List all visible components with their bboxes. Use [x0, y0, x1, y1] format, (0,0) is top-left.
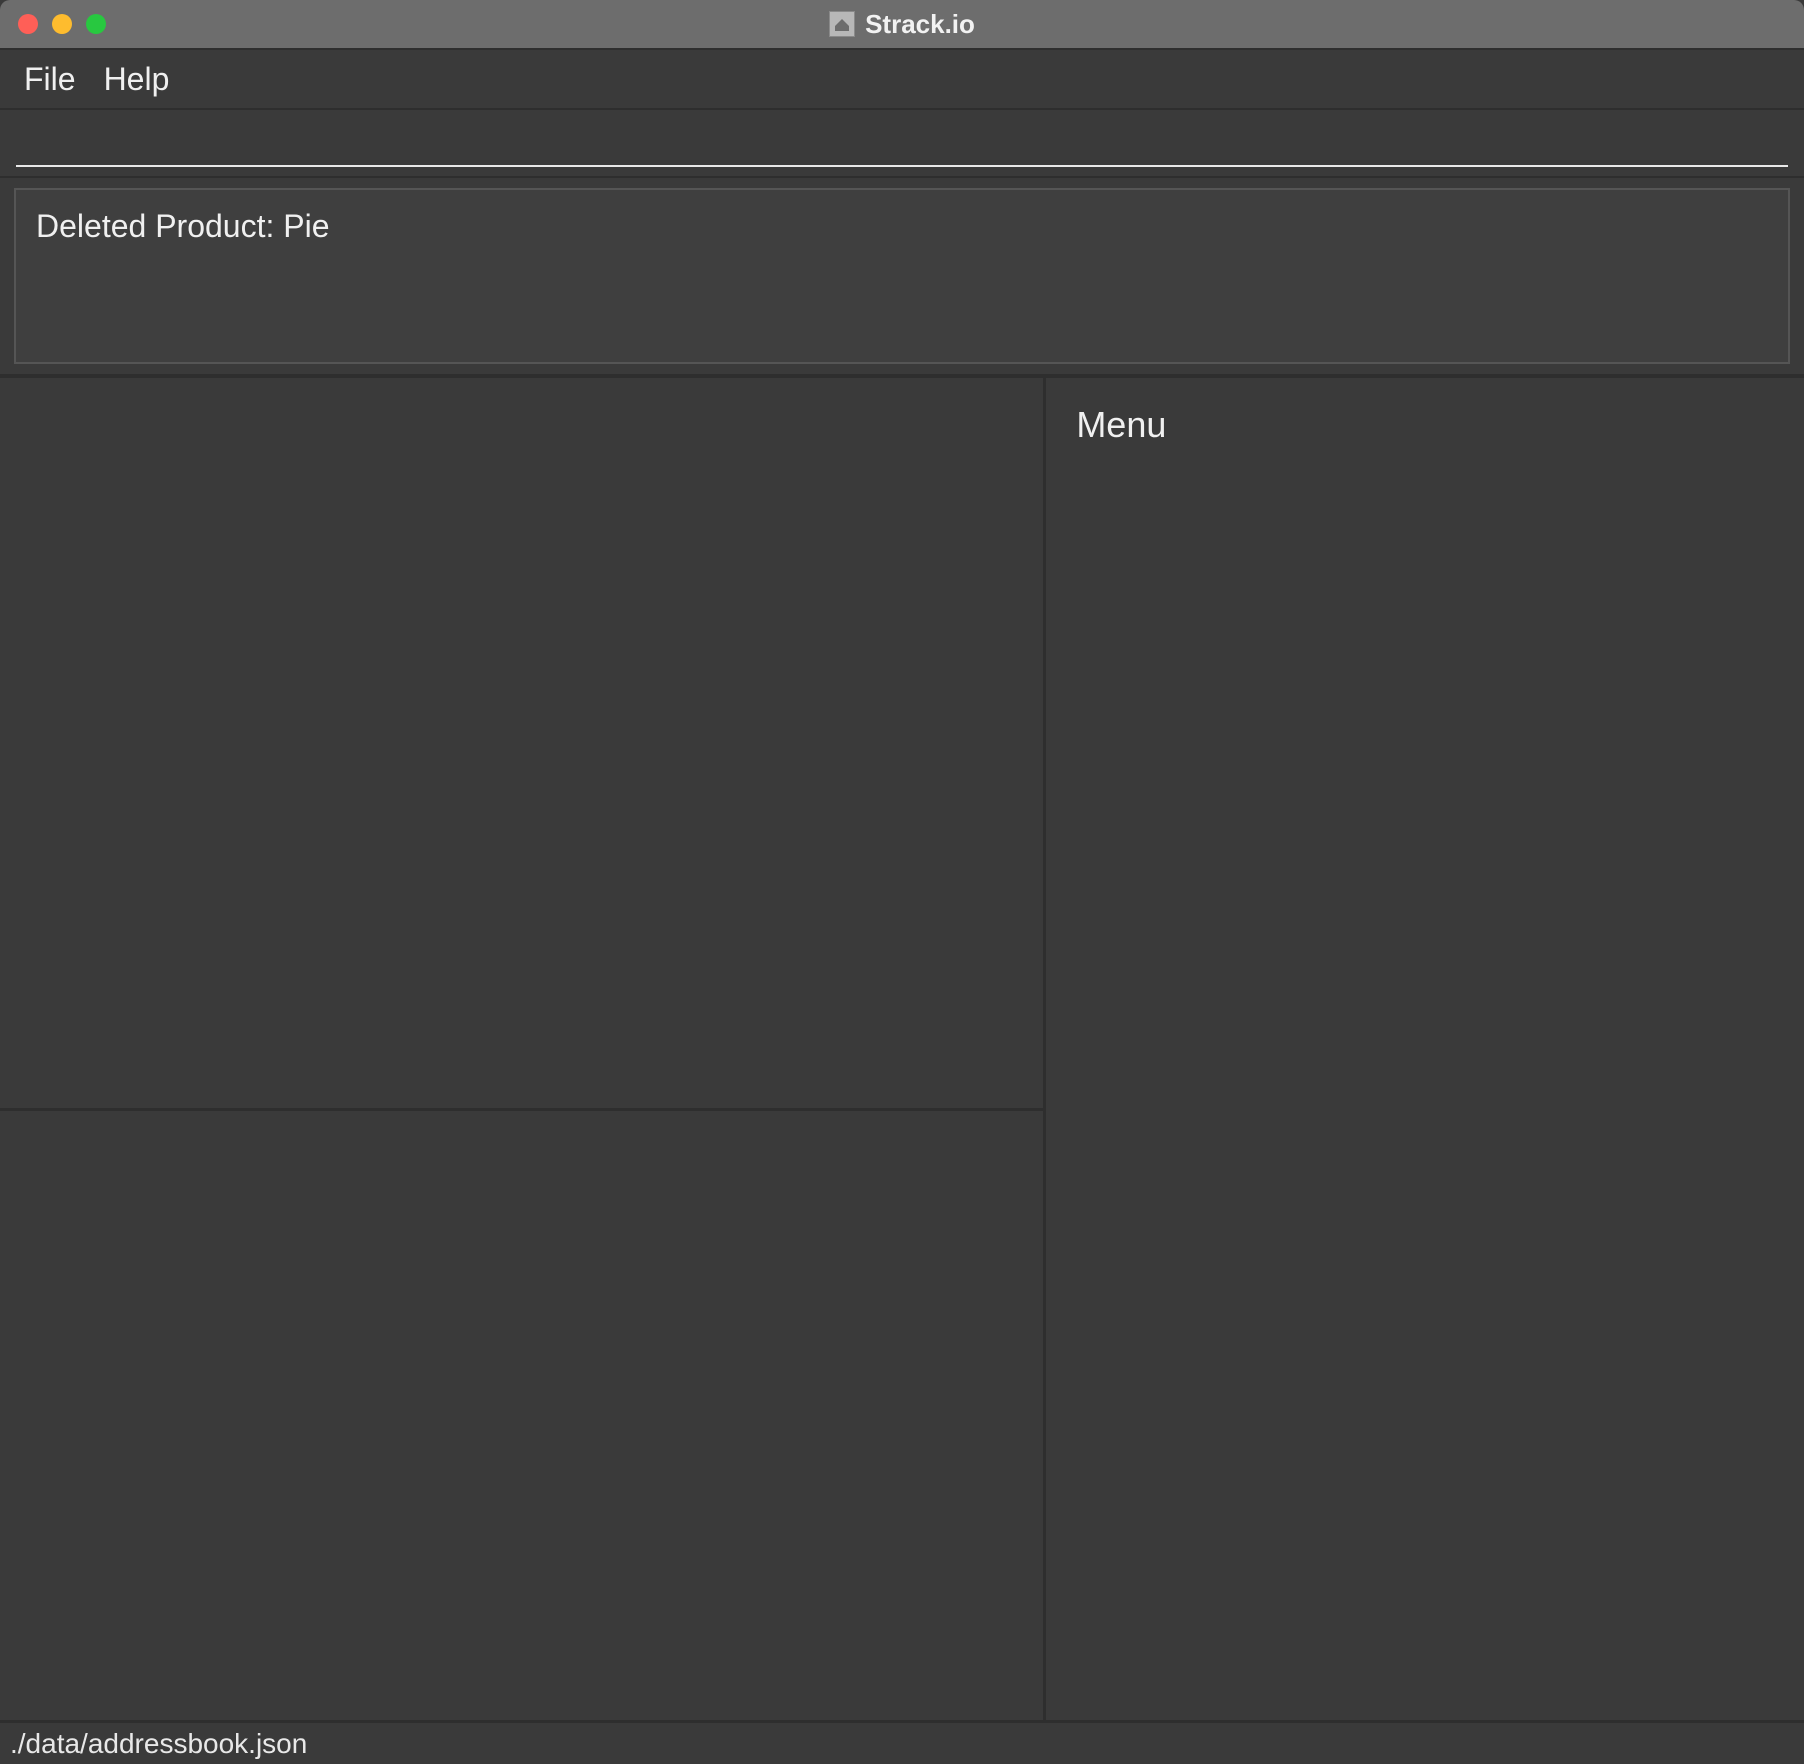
command-input[interactable] [16, 119, 1788, 167]
close-window-button[interactable] [18, 14, 38, 34]
status-path: ./data/addressbook.json [10, 1728, 307, 1760]
menu-file[interactable]: File [24, 61, 76, 98]
maximize-window-button[interactable] [86, 14, 106, 34]
statusbar: ./data/addressbook.json [0, 1720, 1804, 1764]
menubar: File Help [0, 48, 1804, 110]
minimize-window-button[interactable] [52, 14, 72, 34]
window-title: Strack.io [865, 9, 975, 40]
app-window: Strack.io File Help Deleted Product: Pie… [0, 0, 1804, 1764]
title-wrap: Strack.io [0, 9, 1804, 40]
message-panel-wrap: Deleted Product: Pie [0, 178, 1804, 378]
content-area: Menu [0, 378, 1804, 1720]
right-column: Menu [1046, 378, 1804, 1720]
menu-help[interactable]: Help [104, 61, 170, 98]
command-row [0, 110, 1804, 178]
left-column [0, 378, 1046, 1720]
titlebar: Strack.io [0, 0, 1804, 48]
message-panel: Deleted Product: Pie [14, 188, 1790, 364]
traffic-lights [0, 14, 106, 34]
right-panel-heading: Menu [1076, 404, 1774, 446]
left-bottom-panel [0, 1111, 1043, 1720]
message-text: Deleted Product: Pie [36, 208, 330, 244]
left-top-panel [0, 378, 1043, 1111]
app-icon [829, 11, 855, 37]
